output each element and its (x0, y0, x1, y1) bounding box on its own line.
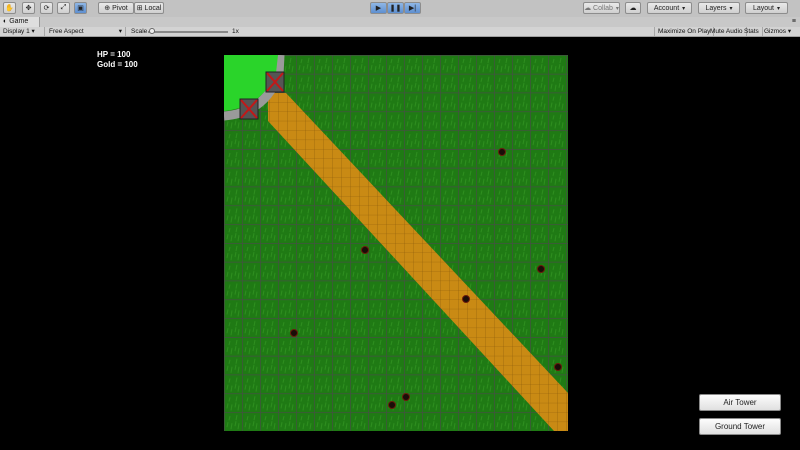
chevron-down-icon: ▾ (787, 28, 792, 35)
game-icon: ◐ (3, 18, 8, 25)
stats-toggle[interactable]: Stats (741, 27, 763, 36)
scale-label: Scale (131, 28, 148, 35)
game-options-bar: Display 1 ▾ Free Aspect ▾ Scale 1x Maxim… (0, 27, 800, 37)
enemy-unit (537, 265, 545, 273)
pause-icon: ❚❚ (389, 5, 402, 12)
game-board[interactable] (224, 55, 568, 431)
display-dropdown[interactable]: Display 1 ▾ (0, 27, 45, 36)
aspect-dropdown[interactable]: Free Aspect ▾ (46, 27, 126, 36)
layers-label: Layers (705, 4, 727, 12)
chevron-down-icon: ▾ (729, 5, 733, 12)
scale-tool-button[interactable]: ⤢ (57, 2, 70, 14)
move-icon: ✥ (25, 5, 32, 12)
portal-marker (239, 98, 259, 120)
chevron-down-icon: ▾ (31, 28, 35, 35)
tab-game[interactable]: ◐ Game (0, 17, 40, 27)
display-label: Display 1 (3, 28, 30, 35)
air-tower-button[interactable]: Air Tower (699, 394, 781, 411)
portal-marker (265, 71, 285, 93)
scale-slider-track[interactable] (148, 31, 228, 33)
local-icon: ⊞ (136, 5, 143, 12)
hand-icon: ✋ (5, 5, 14, 12)
aspect-label: Free Aspect (49, 28, 84, 35)
rotate-tool-button[interactable]: ⟳ (40, 2, 53, 14)
editor-toolbar: ✋ ✥ ⟳ ⤢ ▣ ⊕ Pivot ⊞ Local ▶ ❚❚ ▶| ☁ Coll… (0, 0, 800, 18)
account-label: Account (653, 4, 680, 12)
local-label: Local (144, 4, 162, 12)
pivot-label: Pivot (112, 4, 128, 12)
cloud-icon: ☁ (629, 5, 637, 12)
hp-text: HP = 100 (97, 50, 131, 59)
tab-game-label: Game (9, 18, 29, 25)
tab-menu-icon[interactable]: ≡ (792, 17, 796, 27)
maximize-on-play-toggle[interactable]: Maximize On Play (654, 27, 715, 36)
pivot-icon: ⊕ (104, 5, 111, 12)
hand-tool-button[interactable]: ✋ (3, 2, 16, 14)
scale-value: 1x (232, 28, 239, 35)
chevron-down-icon: ▾ (777, 5, 781, 12)
gizmos-label: Gizmos (764, 28, 787, 35)
layout-label: Layout (752, 4, 774, 12)
enemy-unit (554, 363, 562, 371)
play-icon: ▶ (375, 5, 382, 12)
enemy-unit (361, 246, 369, 254)
rotate-icon: ⟳ (43, 5, 50, 12)
enemy-unit (462, 295, 470, 303)
scale-slider-handle[interactable] (149, 28, 155, 34)
gizmos-dropdown[interactable]: Gizmos ▾ (761, 27, 794, 36)
enemy-unit (290, 329, 298, 337)
account-dropdown[interactable]: Account ▾ (647, 2, 692, 14)
collab-dropdown[interactable]: ☁ Collab ▾ (583, 2, 620, 14)
rect-icon: ▣ (77, 5, 84, 12)
layers-dropdown[interactable]: Layers ▾ (698, 2, 740, 14)
chevron-down-icon: ▾ (118, 28, 122, 35)
chevron-down-icon: ▾ (615, 5, 619, 12)
step-button[interactable]: ▶| (404, 2, 421, 14)
collab-label: Collab (593, 4, 613, 12)
gold-text: Gold = 100 (97, 60, 138, 69)
enemy-unit (498, 148, 506, 156)
step-icon: ▶| (408, 5, 417, 12)
pause-button[interactable]: ❚❚ (387, 2, 404, 14)
local-toggle[interactable]: ⊞ Local (134, 2, 164, 14)
pivot-toggle[interactable]: ⊕ Pivot (98, 2, 134, 14)
rect-tool-button[interactable]: ▣ (74, 2, 87, 14)
scale-icon: ⤢ (60, 4, 67, 11)
enemy-unit (402, 393, 410, 401)
play-button[interactable]: ▶ (370, 2, 387, 14)
collab-icon: ☁ (584, 5, 592, 12)
chevron-down-icon: ▾ (682, 5, 686, 12)
layout-dropdown[interactable]: Layout ▾ (745, 2, 788, 14)
cloud-button[interactable]: ☁ (625, 2, 641, 14)
ground-tower-button[interactable]: Ground Tower (699, 418, 781, 435)
enemy-unit (388, 401, 396, 409)
move-tool-button[interactable]: ✥ (22, 2, 35, 14)
